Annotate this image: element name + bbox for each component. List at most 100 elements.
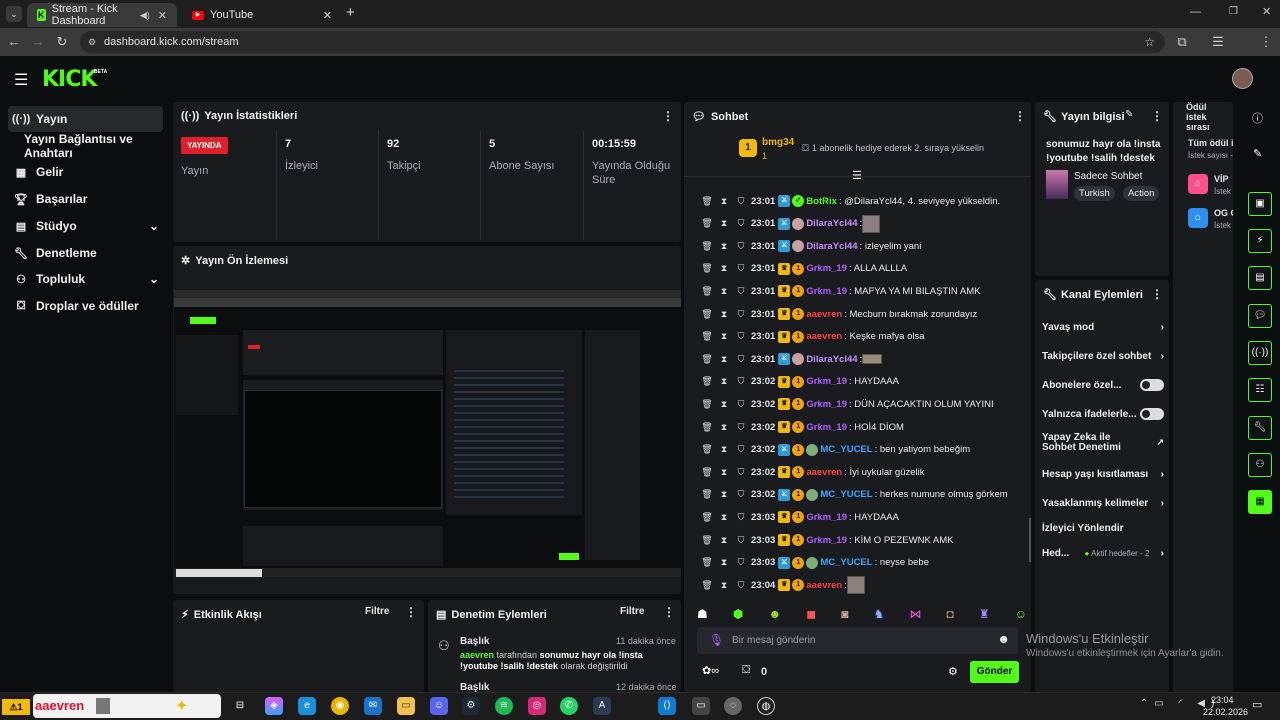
message-username[interactable]: Grkm_19: [806, 376, 847, 387]
ban-icon[interactable]: ⛉: [734, 376, 748, 387]
spotify-icon[interactable]: ≋: [495, 697, 513, 715]
emote-ghost-icon[interactable]: ☗: [697, 607, 708, 621]
info-icon[interactable]: ⓘ: [1252, 110, 1263, 126]
panel-scrollbar[interactable]: [1029, 518, 1031, 562]
tab-youtube[interactable]: ▶ YouTube ✕: [182, 3, 342, 27]
timeout-icon[interactable]: ⧗: [717, 286, 731, 297]
toolbar-lightning-icon[interactable]: ⚡︎: [1248, 229, 1272, 253]
edge-icon[interactable]: e: [298, 697, 316, 715]
emote-lime-icon[interactable]: ☺: [1015, 607, 1027, 621]
delete-message-icon[interactable]: 🗑︎: [700, 331, 714, 342]
chat-message[interactable]: 🗑︎ ⧗ ⛉ 23:01 ♛ 1 Grkm_19: ALLA ALLLA: [700, 259, 1025, 279]
outlook-icon[interactable]: ✉: [364, 697, 382, 715]
timeout-icon[interactable]: ⧗: [717, 331, 731, 342]
ban-icon[interactable]: ⛉: [734, 399, 748, 410]
activity-filter-button[interactable]: Filtre: [365, 606, 389, 617]
timeout-icon[interactable]: ⧗: [717, 354, 731, 365]
instagram-icon[interactable]: ◎: [528, 697, 546, 715]
chrome-icon[interactable]: ◉: [331, 697, 349, 715]
message-username[interactable]: Grkm_19: [806, 399, 847, 410]
timeout-icon[interactable]: ⧗: [717, 557, 731, 568]
chat-input[interactable]: 🎙︎ Bir mesaj gönderin ☻: [697, 627, 1018, 654]
toolbar-broadcast-icon[interactable]: ((·)): [1248, 341, 1272, 365]
extensions-icon[interactable]: ⧉: [1172, 28, 1192, 56]
action-followers-only[interactable]: Takipçilere özel sohbet ›: [1042, 349, 1164, 363]
action-emotes-only[interactable]: Yalnızca ifadelerle...: [1042, 407, 1164, 421]
tag-chip[interactable]: Turkish: [1074, 186, 1115, 201]
chat-message[interactable]: 🗑︎ ⧗ ⛉ 23:02 ♛ 1 Grkm_19: HOİ4 DİOM: [700, 417, 1025, 437]
message-username[interactable]: DilaraYcl44: [806, 218, 857, 229]
app-a-icon[interactable]: A: [593, 697, 611, 715]
taskbar-search-box[interactable]: aaevren ✦: [33, 694, 221, 718]
remote-icon[interactable]: ▭: [692, 697, 710, 715]
chat-message[interactable]: 🗑︎ ⧗ ⛉ 23:04 ♛ 1 aaevren:: [700, 575, 1025, 595]
ban-icon[interactable]: ⛉: [734, 580, 748, 591]
timeout-icon[interactable]: ⧗: [717, 467, 731, 478]
chat-message[interactable]: 🗑︎ ⧗ ⛉ 23:03 ♛ 1 Grkm_19: KİM O PEZEWNK AMK: [700, 530, 1025, 550]
sidebar-item-topluluk[interactable]: ⚇ Topluluk ⌄: [8, 266, 163, 292]
toolbar-studio-icon[interactable]: ▦: [1248, 490, 1272, 514]
restore-icon[interactable]: ❐: [1229, 6, 1238, 17]
delete-message-icon[interactable]: 🗑︎: [700, 535, 714, 546]
ban-icon[interactable]: ⛉: [734, 263, 748, 274]
message-username[interactable]: Grkm_19: [806, 263, 847, 274]
message-username[interactable]: aaevren: [806, 309, 842, 320]
discord-icon[interactable]: ☺: [430, 697, 448, 715]
emoji-icon[interactable]: ☻: [997, 632, 1010, 646]
edit-pencil-icon[interactable]: ✎: [1253, 147, 1262, 160]
message-username[interactable]: Grkm_19: [806, 286, 847, 297]
scroll-to-bottom-icon[interactable]: ☰: [852, 169, 862, 182]
chat-message[interactable]: 🗑︎ ⧗ ⛉ 23:01 ⚔ DilaraYcl44:: [700, 349, 1025, 369]
ban-icon[interactable]: ⛉: [734, 286, 748, 297]
chat-message[interactable]: 🗑︎ ⧗ ⛉ 23:03 ⚔ 1 MC_YUCEL: neyse bebe: [700, 553, 1025, 573]
message-username[interactable]: aaevren: [806, 580, 842, 591]
sidebar-item-studyo[interactable]: ▤ Stüdyo ⌄: [8, 213, 163, 239]
tab-kick-dashboard[interactable]: K Stream - Kick Dashboard ◀) ✕: [27, 3, 177, 27]
ban-icon[interactable]: ⛉: [734, 354, 748, 365]
reward-name[interactable]: OG C: [1214, 208, 1233, 218]
message-username[interactable]: MC_YUCEL: [820, 489, 872, 500]
ban-icon[interactable]: ⛉: [734, 467, 748, 478]
timeout-icon[interactable]: ⧗: [717, 489, 731, 500]
ban-icon[interactable]: ⛉: [734, 309, 748, 320]
kebab-menu-icon[interactable]: ⋮: [1014, 109, 1026, 123]
delete-message-icon[interactable]: 🗑︎: [700, 376, 714, 387]
channel-points-icon[interactable]: ✿∞: [702, 664, 719, 677]
message-username[interactable]: aaevren: [806, 331, 842, 342]
ban-icon[interactable]: ⛉: [734, 512, 748, 523]
action-banned-words[interactable]: Yasaklanmış kelimeler ›: [1042, 496, 1164, 510]
file-explorer-icon[interactable]: ▭: [397, 697, 415, 715]
action-slow-mode[interactable]: Yavaş mod ›: [1042, 320, 1164, 334]
close-tab-icon[interactable]: ✕: [323, 9, 332, 22]
toolbar-chat-icon[interactable]: 💬︎: [1248, 304, 1272, 328]
delete-message-icon[interactable]: 🗑︎: [700, 263, 714, 274]
kebab-menu-icon[interactable]: ⋮: [662, 109, 674, 123]
chat-message[interactable]: 🗑︎ ⧗ ⛉ 23:01 ♛ 1 Grkm_19: MAFYA YA MI BILAŞTIN…: [700, 281, 1025, 301]
chat-message[interactable]: 🗑︎ ⧗ ⛉ 23:02 ♛ 1 Grkm_19: HAYDAAA: [700, 372, 1025, 392]
timeout-icon[interactable]: ⧗: [717, 376, 731, 387]
clock-date[interactable]: 22.02.2026: [1203, 707, 1248, 717]
chat-message[interactable]: 🗑︎ ⧗ ⛉ 23:01 ♛ 1 aaevren: Mecburn bırakmak zor…: [700, 304, 1025, 324]
ban-icon[interactable]: ⛉: [734, 241, 748, 252]
emote-frog-icon[interactable]: ☻: [768, 607, 781, 621]
pinned-username[interactable]: bmg34: [762, 137, 794, 148]
delete-message-icon[interactable]: 🗑︎: [700, 241, 714, 252]
delete-message-icon[interactable]: 🗑︎: [700, 557, 714, 568]
sidebar-item-gelir[interactable]: ▦ Gelir: [8, 159, 163, 185]
ban-icon[interactable]: ⛉: [734, 557, 748, 568]
kebab-menu-icon[interactable]: ⋮: [663, 605, 675, 619]
bookmark-star-icon[interactable]: ☆: [1144, 35, 1155, 49]
message-username[interactable]: aaevren: [806, 467, 842, 478]
chat-message[interactable]: 🗑︎ ⧗ ⛉ 23:02 ⚔ 1 MC_YUCEL: herkes numune olmuş…: [700, 485, 1025, 505]
chat-settings-icon[interactable]: ⚙: [948, 665, 958, 678]
reward-name[interactable]: VİP: [1214, 174, 1229, 184]
chat-message[interactable]: 🗑︎ ⧗ ⛉ 23:03 ♛ 1 Grkm_19: HAYDAAA: [700, 507, 1025, 527]
delete-message-icon[interactable]: 🗑︎: [700, 286, 714, 297]
delete-message-icon[interactable]: 🗑︎: [700, 218, 714, 229]
toolbar-community-icon[interactable]: ⚇: [1248, 453, 1272, 477]
chat-message[interactable]: 🗑︎ ⧗ ⛉ 23:02 ⚔ 1 MC_YUCEL: ben yatiyom bebeğim: [700, 440, 1025, 460]
action-raid[interactable]: İzleyici Yönlendir: [1042, 521, 1164, 535]
emote-bow-icon[interactable]: ⋈: [909, 607, 921, 621]
emotes-only-toggle[interactable]: [1140, 408, 1164, 420]
obs-icon[interactable]: ◍: [757, 697, 775, 715]
